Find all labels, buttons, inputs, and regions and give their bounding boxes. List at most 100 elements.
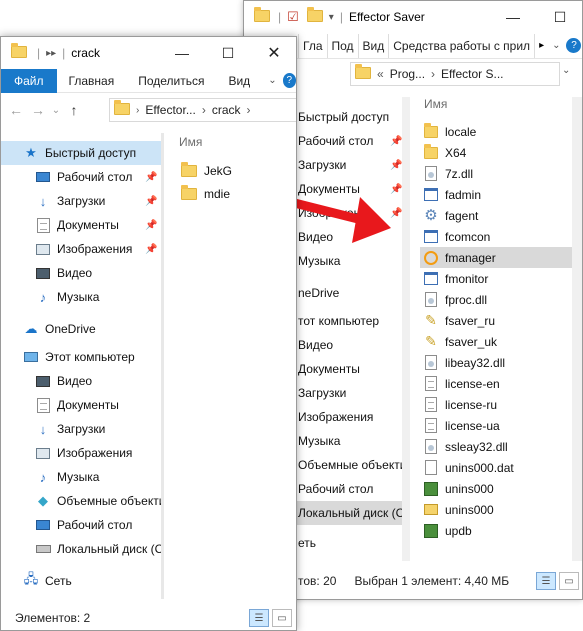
nav-item-label: Изображения (57, 446, 133, 460)
nav-item-label: Видео (57, 374, 93, 388)
disk-icon (35, 542, 51, 556)
star-icon: ★ (25, 145, 37, 160)
tab-view[interactable]: Вид (216, 69, 262, 93)
file-item[interactable]: JekG (181, 159, 291, 182)
nav-item-label: Изображения (57, 242, 133, 256)
nav-item-label: Быстрый доступ (45, 146, 137, 160)
nav-item-label: Сеть (45, 574, 72, 588)
nav-item-label: Рабочий стол (57, 518, 133, 532)
folder-icon (114, 99, 130, 118)
pictures-icon (35, 446, 51, 460)
breadcrumb-separator: › (246, 103, 251, 117)
status-item-count: Элементов: 2 (15, 611, 91, 625)
nav-item-documents[interactable]: Документы (1, 393, 161, 417)
folder-icon (11, 42, 27, 61)
pin-icon: 📌 (145, 171, 158, 183)
separator: | (37, 46, 41, 60)
music-icon: ♪ (39, 289, 47, 305)
explorer-window-crack[interactable]: | ▸▸ | crack — ☐ ✕ Файл Главная Поделить… (0, 36, 297, 631)
nav-item-label: Этот компьютер (45, 350, 135, 364)
nav-item-documents[interactable]: Документы 📌 (1, 213, 161, 237)
separator: | (62, 46, 66, 60)
nav-item-label: Музыка (57, 470, 100, 484)
nav-item-pictures[interactable]: Изображения 📌 (1, 237, 161, 261)
nav-item-cloud[interactable]: ☁ OneDrive (1, 317, 161, 341)
nav-item-download[interactable]: ↓ Загрузки 📌 (1, 189, 161, 213)
nav-item-label: Рабочий стол (57, 170, 133, 184)
nav-scrollbar[interactable] (161, 133, 164, 599)
up-arrow-icon[interactable]: ↑ (63, 102, 85, 118)
nav-item-download[interactable]: ↓ Загрузки (1, 417, 161, 441)
breadcrumb-separator: › (201, 103, 206, 117)
nav-item-network[interactable]: 🖧 Сеть (1, 569, 161, 593)
computer-icon (23, 350, 39, 364)
nav-item-disk[interactable]: Локальный диск (С (1, 537, 161, 561)
nav-item-label: Документы (57, 398, 119, 412)
window-title: crack (71, 46, 100, 60)
nav-item-label: Музыка (57, 290, 100, 304)
file-list[interactable]: JekG mdie (181, 159, 291, 205)
nav-item-computer[interactable]: Этот компьютер (1, 345, 161, 369)
documents-icon (35, 217, 51, 233)
help-icon[interactable]: ? (282, 73, 296, 88)
documents-icon (35, 397, 51, 413)
maximize-button[interactable]: ☐ (205, 37, 251, 69)
breadcrumb-overflow-icon[interactable]: › (136, 105, 139, 116)
arrow-head (352, 197, 391, 243)
nav-item-label: Видео (57, 266, 93, 280)
cloud-icon: ☁ (24, 321, 38, 336)
nav-item-desktop[interactable]: Рабочий стол (1, 513, 161, 537)
tab-file[interactable]: Файл (1, 68, 57, 93)
folder-icon (181, 161, 197, 179)
nav-item-label: Загрузки (57, 194, 106, 208)
download-icon: ↓ (39, 193, 47, 209)
ribbon-expand-icon[interactable]: ⌄ (262, 75, 282, 86)
nav-item-video[interactable]: Видео (1, 369, 161, 393)
file-name: JekG (204, 163, 233, 178)
close-button[interactable]: ✕ (251, 37, 296, 69)
nav-item-label: Загрузки (57, 422, 106, 436)
nav-item-music[interactable]: ♪ Музыка (1, 465, 161, 489)
network-icon: 🖧 (23, 571, 39, 586)
nav-item-label: Локальный диск (С (57, 542, 161, 556)
nav-item-3d-objects[interactable]: ◆ Объемные объекти (1, 489, 161, 513)
nav-item-pictures[interactable]: Изображения (1, 441, 161, 465)
title-bar[interactable]: | ▸▸ | crack — ☐ ✕ (1, 37, 296, 69)
ribbon-tabs: Файл Главная Поделиться Вид ⌄ ? (1, 68, 296, 93)
tab-share[interactable]: Поделиться (126, 69, 216, 93)
tab-home[interactable]: Главная (57, 69, 127, 93)
3d-objects-icon: ◆ (38, 493, 48, 508)
navigation-pane[interactable]: ★ Быстрый доступ Рабочий стол 📌 ↓ Загрузки 📌 До… (1, 141, 161, 603)
nav-item-label: Объемные объекти (57, 494, 161, 508)
file-item[interactable]: mdie (181, 182, 291, 205)
pictures-icon (35, 242, 51, 256)
minimize-button[interactable]: — (159, 37, 205, 69)
nav-item-star[interactable]: ★ Быстрый доступ (1, 141, 161, 165)
address-bar[interactable]: › Effector... › crack › (109, 98, 296, 122)
file-name: mdie (204, 186, 231, 201)
forward-arrow-icon[interactable]: → (27, 102, 49, 118)
video-icon (35, 266, 51, 280)
breadcrumb-crack[interactable]: crack (212, 103, 241, 117)
quick-access-dropdown-icon[interactable]: ▸▸ (46, 48, 56, 59)
recent-dropdown-icon[interactable]: ⌄ (49, 105, 63, 116)
video-icon (35, 374, 51, 388)
pin-icon: 📌 (145, 219, 158, 231)
column-header-name[interactable]: Имя (179, 135, 202, 149)
nav-item-desktop[interactable]: Рабочий стол 📌 (1, 165, 161, 189)
nav-item-label: OneDrive (45, 322, 96, 336)
download-icon: ↓ (39, 421, 47, 437)
desktop-icon (35, 170, 51, 184)
music-icon: ♪ (39, 469, 47, 485)
large-icons-view-button[interactable]: ▭ (272, 609, 292, 627)
nav-item-music[interactable]: ♪ Музыка (1, 285, 161, 309)
folder-icon (181, 184, 197, 202)
pin-icon: 📌 (145, 195, 158, 207)
nav-item-label: Документы (57, 218, 119, 232)
breadcrumb-effector[interactable]: Effector... (145, 103, 195, 117)
desktop-icon (35, 518, 51, 532)
details-view-button[interactable]: ☰ (249, 609, 269, 627)
back-arrow-icon[interactable]: ← (5, 102, 27, 118)
pin-icon: 📌 (145, 243, 158, 255)
nav-item-video[interactable]: Видео (1, 261, 161, 285)
